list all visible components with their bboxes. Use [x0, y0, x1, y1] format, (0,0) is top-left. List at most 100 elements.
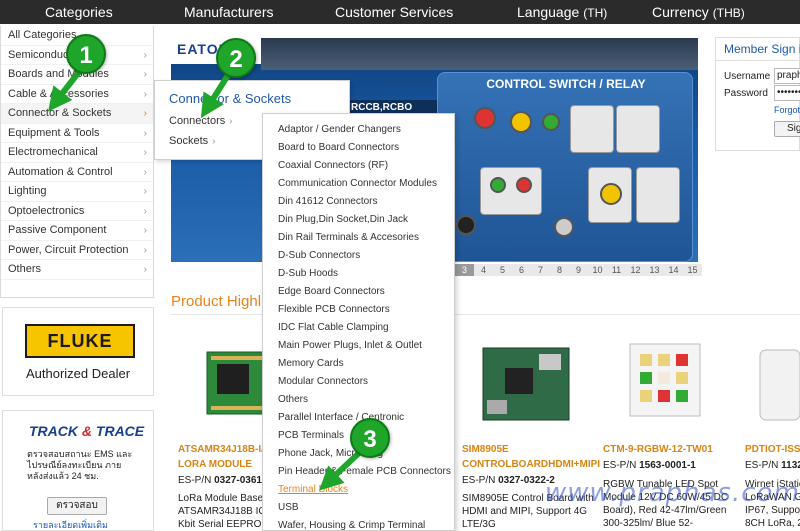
category-automation[interactable]: Automation & Control ›	[1, 163, 153, 182]
fluke-dealer-banner[interactable]: FLUKE Authorized Dealer	[2, 307, 154, 396]
category-label: Others	[8, 263, 42, 275]
product-part-number: ES-P/N 0327-0361-2	[178, 475, 271, 486]
category-others[interactable]: Others ›	[1, 260, 153, 280]
nav-manufacturers[interactable]: Manufacturers	[184, 0, 273, 24]
connector-type-item[interactable]: D-Sub Hoods	[278, 265, 338, 283]
banner-city-image	[261, 38, 698, 70]
divider	[716, 60, 800, 61]
track-trace-description: ตรวจสอบสถานะ EMS และไปรษณีย์ลงทะเบียน ภา…	[27, 449, 133, 481]
connector-type-item[interactable]: Coaxial Connectors (RF)	[278, 157, 388, 175]
banner-page[interactable]: 3	[455, 264, 474, 276]
member-signin-panel: Member Sign in Username praphas Password…	[715, 37, 800, 151]
chevron-right-icon: ›	[212, 136, 216, 147]
connector-type-item[interactable]: Adaptor / Gender Changers	[278, 121, 401, 139]
username-label: Username	[724, 71, 771, 82]
authorized-dealer-caption: Authorized Dealer	[25, 366, 131, 381]
track-trace-logo: TRACK & TRACE	[29, 423, 145, 439]
connector-type-item[interactable]: Main Power Plugs, Inlet & Outlet	[278, 337, 422, 355]
connectors-submenu: Adaptor / Gender Changers Board to Board…	[262, 113, 455, 531]
banner-page[interactable]: 9	[569, 264, 588, 276]
chevron-right-icon: ›	[143, 69, 147, 80]
connector-type-item[interactable]: Edge Board Connectors	[278, 283, 385, 301]
connector-type-item[interactable]: Din Plug,Din Socket,Din Jack	[278, 211, 408, 229]
track-check-button[interactable]: ตรวจสอบ	[47, 497, 107, 515]
forgot-password-link[interactable]: Forgot	[774, 105, 800, 115]
category-label: Electromechanical	[8, 146, 98, 158]
product-part-number: ES-P/N 0327-0322-2	[462, 475, 555, 486]
category-label: Equipment & Tools	[8, 126, 100, 139]
banner-page[interactable]: 12	[626, 264, 645, 276]
category-lighting[interactable]: Lighting ›	[1, 182, 153, 202]
submenu-heading[interactable]: Connector & Sockets	[169, 91, 291, 106]
category-equipment[interactable]: Equipment & Tools ›	[1, 124, 153, 143]
category-optoelectronics[interactable]: Optoelectronics ›	[1, 202, 153, 221]
connector-type-item[interactable]: Flexible PCB Connectors	[278, 301, 390, 319]
member-signin-title: Member Sign in	[724, 42, 800, 56]
category-passive[interactable]: Passive Component ›	[1, 221, 153, 241]
connector-type-item[interactable]: PCB Terminals	[278, 427, 344, 445]
banner-page[interactable]: 4	[474, 264, 493, 276]
nav-categories[interactable]: Categories	[45, 0, 113, 24]
password-input[interactable]: •••••••	[774, 85, 800, 101]
product-image	[455, 330, 593, 440]
submenu-item-sockets[interactable]: Sockets ›	[169, 135, 215, 147]
connector-type-item[interactable]: Memory Cards	[278, 355, 344, 373]
nav-language-current: (TH)	[583, 6, 608, 20]
connector-type-item-terminal-blocks[interactable]: Terminal Blocks	[278, 481, 348, 499]
category-connector[interactable]: Connector & Sockets ›	[1, 104, 153, 124]
category-power[interactable]: Power, Circuit Protection ›	[1, 241, 153, 260]
submenu-item-label: Sockets	[169, 135, 209, 147]
nav-currency[interactable]: Currency (THB)	[652, 0, 745, 24]
track-more-link[interactable]: รายละเอียดเพิ่มเติม	[33, 518, 108, 531]
control-switch-panel: CONTROL SWITCH / RELAY	[437, 72, 693, 262]
banner-page[interactable]: 10	[588, 264, 607, 276]
chevron-right-icon: ›	[143, 49, 147, 61]
sign-in-button[interactable]: Sign in	[774, 121, 800, 137]
connector-type-item[interactable]: Pin Header & Female PCB Connectors	[278, 463, 451, 481]
category-label: Cable & Accessories	[8, 87, 109, 100]
product-image	[596, 330, 734, 440]
chevron-right-icon: ›	[143, 225, 147, 236]
username-input[interactable]: praphas	[774, 68, 800, 84]
category-label: Lighting	[8, 185, 47, 197]
chevron-right-icon: ›	[143, 147, 147, 158]
nav-language-label: Language	[517, 4, 580, 20]
chevron-right-icon: ›	[229, 116, 233, 127]
banner-page[interactable]: 8	[550, 264, 569, 276]
banner-page[interactable]: 14	[664, 264, 683, 276]
connector-type-item[interactable]: Din Rail Terminals & Accesories	[278, 229, 419, 247]
submenu-item-connectors[interactable]: Connectors ›	[169, 115, 233, 127]
annotation-marker-1: 1	[66, 34, 106, 74]
banner-page[interactable]: 11	[607, 264, 626, 276]
banner-page[interactable]: 7	[531, 264, 550, 276]
nav-currency-current: (THB)	[712, 6, 745, 20]
nav-customer-services[interactable]: Customer Services	[335, 0, 453, 24]
banner-page[interactable]: 6	[512, 264, 531, 276]
banner-page[interactable]: 13	[645, 264, 664, 276]
connector-type-item[interactable]: D-Sub Connectors	[278, 247, 360, 265]
chevron-right-icon: ›	[143, 186, 147, 197]
product-name[interactable]: PDTIOT-ISSO	[745, 442, 800, 457]
banner-page[interactable]: 15	[683, 264, 702, 276]
connector-type-item[interactable]: Din 41612 Connectors	[278, 193, 378, 211]
chevron-right-icon: ›	[143, 205, 147, 217]
product-name[interactable]: SIM8905E CONTROLBOARDHDMI+MIPI	[462, 442, 602, 472]
watermark: www.praphas.com	[545, 478, 800, 508]
annotation-marker-2: 2	[216, 38, 256, 78]
product-part-number: ES-P/N 1563-0001-1	[603, 460, 696, 471]
connector-type-item[interactable]: Modular Connectors	[278, 373, 368, 391]
connector-type-item[interactable]: USB	[278, 499, 299, 517]
product-name[interactable]: CTM-9-RGBW-12-TW01	[603, 442, 743, 457]
connector-type-item[interactable]: IDC Flat Cable Clamping	[278, 319, 389, 337]
control-switch-title: CONTROL SWITCH / RELAY	[486, 77, 646, 91]
password-label: Password	[724, 88, 768, 99]
category-electromechanical[interactable]: Electromechanical ›	[1, 143, 153, 163]
banner-page[interactable]: 5	[493, 264, 512, 276]
connector-type-item[interactable]: Communication Connector Modules	[278, 175, 437, 193]
connector-type-item[interactable]: Board to Board Connectors	[278, 139, 399, 157]
submenu-item-label: Connectors	[169, 115, 226, 127]
nav-language[interactable]: Language (TH)	[517, 0, 607, 24]
connector-type-item[interactable]: Wafer, Housing & Crimp Terminal	[278, 517, 425, 530]
category-cable[interactable]: Cable & Accessories ›	[1, 85, 153, 104]
connector-type-item[interactable]: Others	[278, 391, 308, 409]
